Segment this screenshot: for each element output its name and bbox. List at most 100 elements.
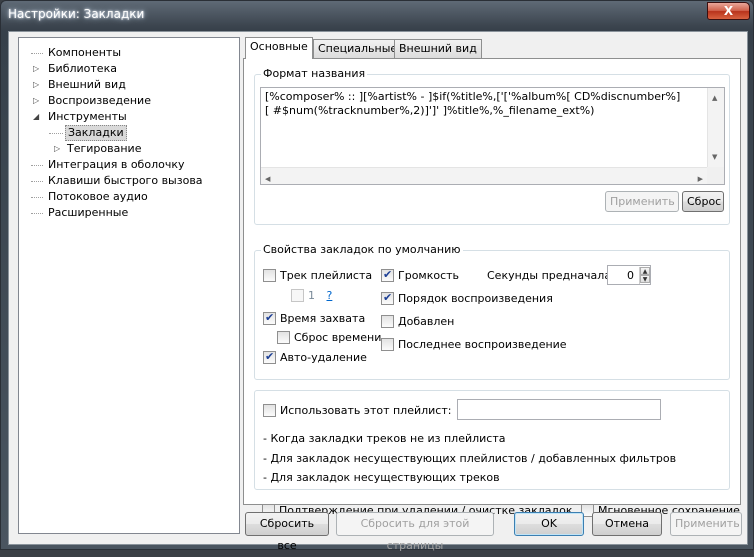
checkbox-label: Порядок воспроизведения	[398, 292, 553, 305]
tree-item-label: Интеграция в оболочку	[48, 158, 185, 171]
tree-item-label: Воспроизведение	[48, 94, 151, 107]
default-properties-group: Свойства закладок по умолчанию Трек плей…	[254, 243, 730, 380]
preferences-tree[interactable]: Компоненты ▷ Библиотека ▷ Внешний вид ▷ …	[18, 37, 240, 534]
checkbox-label: Добавлен	[398, 315, 455, 328]
added-checkbox[interactable]: Добавлен	[381, 315, 454, 329]
group-title: Формат названия	[261, 67, 368, 80]
collapse-arrow-icon[interactable]: ◢	[33, 109, 42, 125]
help-link[interactable]: ?	[327, 289, 333, 302]
format-line: [ #$num(%tracknumber%,2)]']' ]%title%,%_…	[265, 104, 595, 117]
expand-arrow-icon[interactable]: ▷	[33, 77, 42, 93]
scroll-up-icon[interactable]: ▲	[712, 91, 717, 105]
reset-time-checkbox[interactable]: Сброс времени	[277, 331, 381, 345]
checkbox-box	[381, 338, 394, 351]
capture-time-checkbox[interactable]: Время захвата	[263, 311, 366, 326]
checkbox-box	[263, 269, 276, 282]
tab-appearance[interactable]: Внешний вид	[394, 39, 482, 58]
checkbox-label: Авто-удаление	[280, 351, 367, 364]
scroll-right-icon[interactable]: ▶	[698, 172, 703, 186]
playlist-note: - Для закладок несуществующих треков	[263, 471, 500, 484]
tree-item-keyboard-shortcuts[interactable]: Клавиши быстрого вызова	[19, 173, 239, 189]
tree-item-appearance[interactable]: ▷ Внешний вид	[19, 77, 239, 93]
checkbox-box	[291, 289, 304, 302]
use-playlist-checkbox[interactable]: Использовать этот плейлист:	[263, 404, 451, 418]
tree-item-bookmarks[interactable]: Закладки	[19, 125, 239, 141]
preroll-seconds-input[interactable]: 0 ▲ ▼	[607, 265, 651, 285]
ok-button[interactable]: OK	[514, 512, 584, 536]
title-format-editor[interactable]: [%composer% :: ][%artist% - ]$if(%title%…	[260, 87, 725, 185]
group-title: Свойства закладок по умолчанию	[261, 243, 463, 256]
title-format-group: Формат названия [%composer% :: ][%artist…	[254, 67, 730, 225]
checkbox-label: Использовать этот плейлист:	[280, 404, 452, 417]
expand-arrow-icon[interactable]: ▷	[54, 141, 63, 157]
tree-item-advanced[interactable]: Расширенные	[19, 205, 239, 221]
checkbox-label: Сброс времени	[294, 331, 382, 344]
auto-delete-checkbox[interactable]: Авто-удаление	[263, 350, 367, 365]
scroll-down-icon[interactable]: ▼	[712, 150, 717, 164]
checkbox-box	[381, 268, 394, 282]
tab-general[interactable]: Основные	[245, 37, 313, 59]
title-bar[interactable]: Настройки: Закладки X	[1, 1, 753, 31]
tab-page-general: Формат названия [%composer% :: ][%artist…	[243, 58, 741, 517]
preroll-spinner[interactable]: ▲ ▼	[639, 267, 650, 284]
preferences-window: Настройки: Закладки X Компоненты ▷ Библи…	[0, 0, 754, 552]
expand-arrow-icon[interactable]: ▷	[33, 93, 42, 109]
tree-item-label: Библиотека	[48, 62, 117, 75]
preroll-value: 0	[627, 269, 634, 282]
checkbox-box	[277, 331, 290, 344]
preroll-label: Секунды предначала:	[487, 269, 615, 282]
tree-item-label: Внешний вид	[48, 78, 126, 91]
tab-control: Основные Специальные Внешний вид Формат …	[243, 37, 743, 517]
scroll-corner	[707, 167, 724, 184]
tab-special[interactable]: Специальные	[313, 39, 403, 58]
expand-arrow-icon[interactable]: ▷	[33, 61, 42, 77]
checkbox-box	[263, 311, 276, 325]
checkbox-label: Громкость	[398, 269, 460, 282]
playlist-track-sub-checkbox[interactable]: 1 ?	[291, 289, 332, 303]
checkbox-box	[381, 315, 394, 328]
apply-button[interactable]: Применить	[670, 512, 742, 536]
playlist-track-checkbox[interactable]: Трек плейлиста	[263, 269, 372, 283]
scroll-left-icon[interactable]: ◀	[265, 172, 270, 186]
format-reset-button[interactable]: Сброс	[682, 191, 724, 212]
tree-item-tagging[interactable]: ▷ Тегирование	[19, 141, 239, 157]
playlist-group: Использовать этот плейлист: - Когда закл…	[254, 390, 730, 490]
tree-item-label: Инструменты	[48, 110, 127, 123]
horizontal-scrollbar[interactable]: ◀ ▶	[261, 167, 707, 184]
tree-item-shell-integration[interactable]: Интеграция в оболочку	[19, 157, 239, 173]
checkbox-label: Трек плейлиста	[280, 269, 373, 282]
spin-down-icon[interactable]: ▼	[640, 275, 650, 283]
reset-page-button[interactable]: Сбросить для этой страницы	[336, 512, 494, 552]
volume-checkbox[interactable]: Громкость	[381, 268, 460, 283]
tree-item-label: Клавиши быстрого вызова	[48, 174, 203, 187]
playlist-name-input[interactable]	[457, 399, 661, 420]
last-played-checkbox[interactable]: Последнее воспроизведение	[381, 338, 567, 352]
tree-item-library[interactable]: ▷ Библиотека	[19, 61, 239, 77]
checkbox-box	[263, 350, 276, 364]
checkbox-box	[263, 404, 276, 417]
checkbox-label: Время захвата	[280, 312, 366, 325]
format-line: [%composer% :: ][%artist% - ]$if(%title%…	[265, 90, 681, 103]
format-apply-button[interactable]: Применить	[605, 191, 679, 212]
vertical-scrollbar[interactable]: ▲ ▼	[707, 88, 724, 167]
tree-item-playback[interactable]: ▷ Воспроизведение	[19, 93, 239, 109]
dialog-client-area: Компоненты ▷ Библиотека ▷ Внешний вид ▷ …	[8, 31, 748, 552]
checkbox-label: Последнее воспроизведение	[398, 338, 567, 351]
playback-order-checkbox[interactable]: Порядок воспроизведения	[381, 291, 553, 306]
tree-item-components[interactable]: Компоненты	[19, 45, 239, 61]
tree-item-label: Закладки	[65, 125, 127, 141]
close-button[interactable]: X	[707, 2, 750, 20]
cancel-button[interactable]: Отмена	[592, 512, 662, 536]
tree-item-label: Компоненты	[48, 46, 122, 59]
tree-item-tools[interactable]: ◢ Инструменты	[19, 109, 239, 125]
tree-item-label: Потоковое аудио	[48, 190, 148, 203]
reset-all-button[interactable]: Сбросить все	[245, 512, 329, 552]
playlist-index: 1	[308, 289, 315, 302]
checkbox-box	[381, 291, 394, 305]
playlist-note: - Когда закладки треков не из плейлиста	[263, 432, 506, 445]
tree-item-label: Расширенные	[48, 206, 129, 219]
playlist-note: - Для закладок несуществующих плейлистов…	[263, 452, 677, 465]
tree-item-label: Тегирование	[67, 142, 142, 155]
tree-item-streaming-audio[interactable]: Потоковое аудио	[19, 189, 239, 205]
spin-up-icon[interactable]: ▲	[640, 267, 650, 275]
